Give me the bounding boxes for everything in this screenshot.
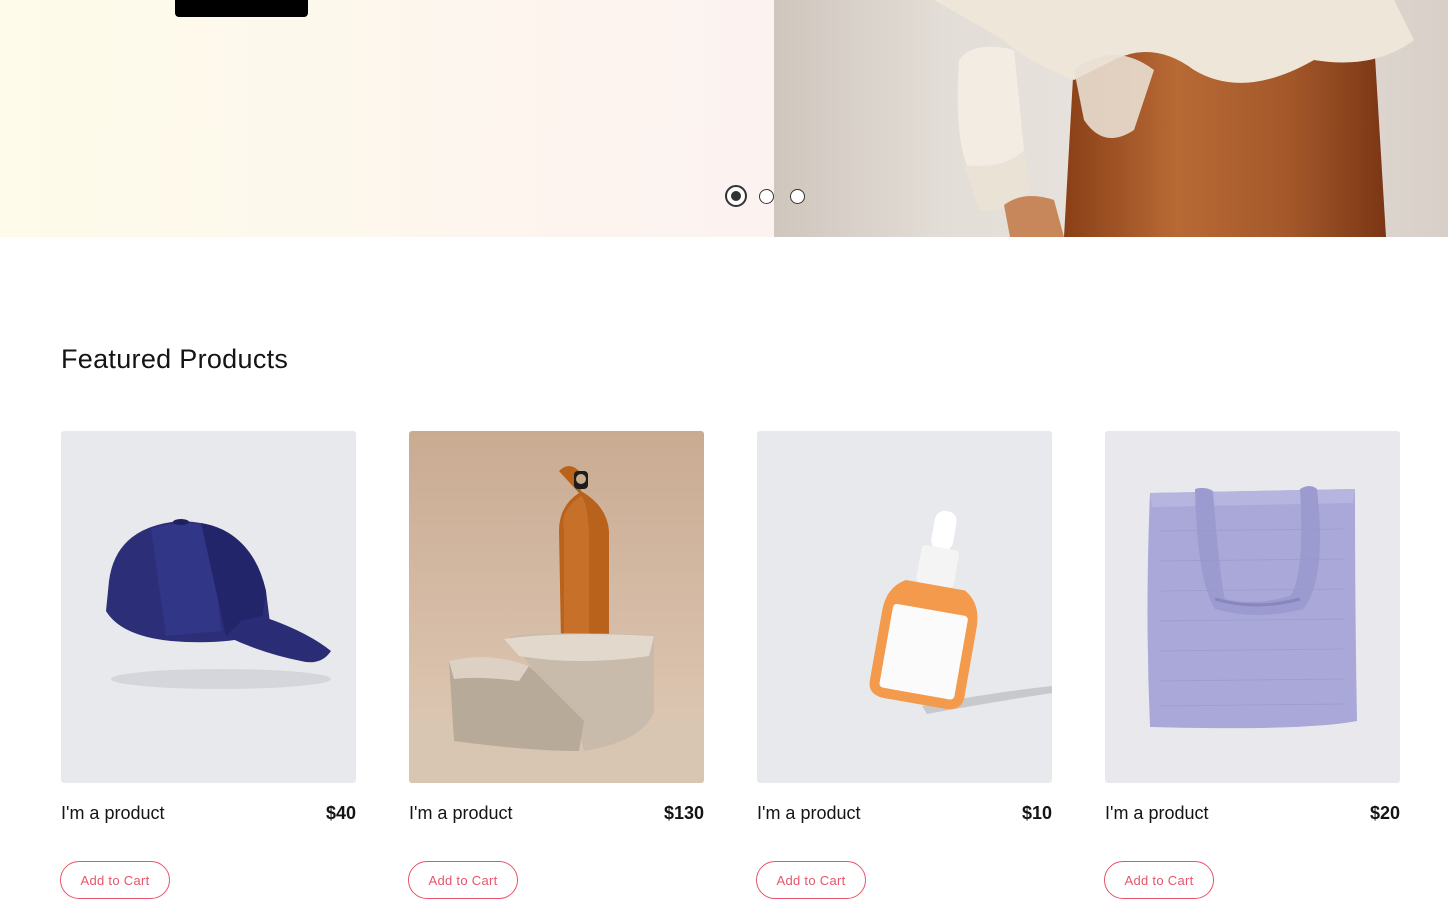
product-image[interactable] xyxy=(1105,431,1400,783)
product-card: I'm a product $20 xyxy=(1105,431,1400,827)
hero-banner xyxy=(0,0,1448,237)
section-title: Featured Products xyxy=(61,344,289,374)
product-price: $20 xyxy=(1369,803,1400,823)
product-card: I'm a product $130 xyxy=(409,431,704,827)
carousel-dot-1[interactable] xyxy=(725,185,747,207)
product-card: I'm a product $10 xyxy=(757,431,1052,827)
add-to-cart-button[interactable]: Add to Cart xyxy=(408,861,518,899)
add-to-cart-button[interactable]: Add to Cart xyxy=(60,861,170,899)
product-price: $130 xyxy=(663,803,704,823)
product-name[interactable]: I'm a product xyxy=(61,803,164,824)
carousel-dot-2[interactable] xyxy=(759,188,774,204)
carousel-dot-3[interactable] xyxy=(790,188,805,204)
hero-image xyxy=(774,0,1448,237)
product-card: I'm a product $40 xyxy=(61,431,356,827)
product-name[interactable]: I'm a product xyxy=(409,803,512,824)
hero-shop-button[interactable] xyxy=(175,0,308,17)
product-image[interactable] xyxy=(61,431,356,783)
hero-left-panel xyxy=(0,0,774,237)
add-to-cart-button[interactable]: Add to Cart xyxy=(1104,861,1214,899)
product-image[interactable] xyxy=(757,431,1052,783)
carousel-dots xyxy=(725,184,805,208)
add-to-cart-button[interactable]: Add to Cart xyxy=(756,861,866,899)
product-price: $10 xyxy=(1021,803,1052,823)
product-name[interactable]: I'm a product xyxy=(1105,803,1208,824)
product-price: $40 xyxy=(325,803,356,823)
product-image[interactable] xyxy=(409,431,704,783)
product-name[interactable]: I'm a product xyxy=(757,803,860,824)
